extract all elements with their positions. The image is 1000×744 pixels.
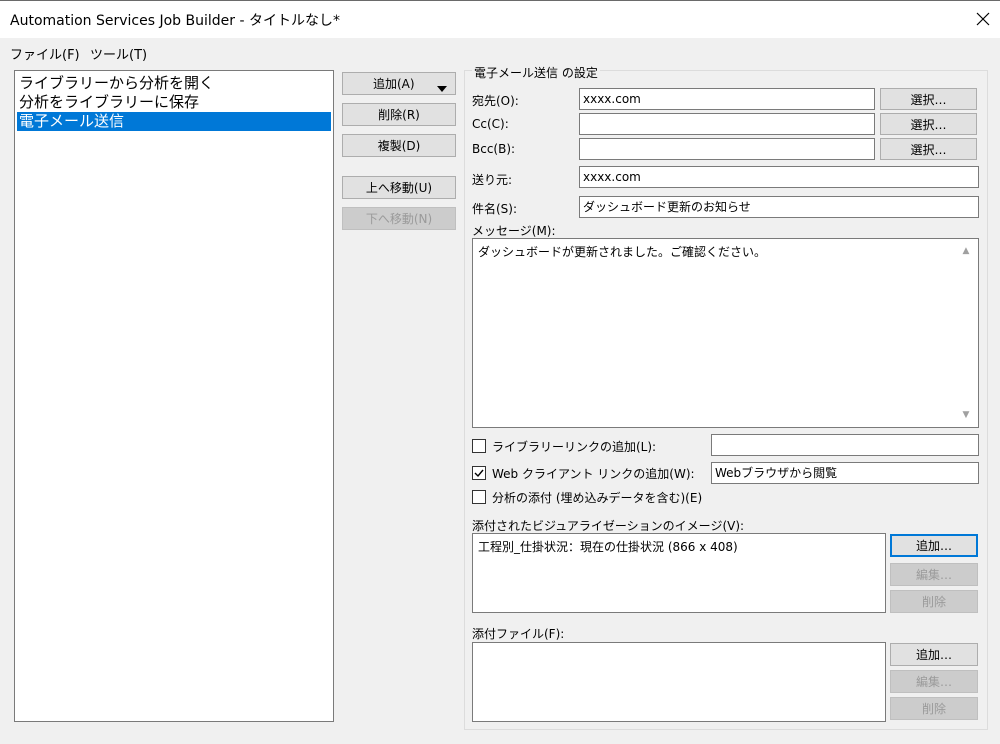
web-link-checkbox[interactable]	[472, 466, 486, 480]
attachments-remove-button[interactable]: 削除	[890, 697, 978, 720]
viz-remove-button[interactable]: 削除	[890, 590, 978, 613]
close-icon[interactable]	[968, 4, 998, 34]
scroll-down-icon[interactable]: ▼	[959, 410, 973, 420]
library-link-label: ライブラリーリンクの追加(L):	[492, 440, 657, 454]
to-label: 宛先(O):	[472, 94, 519, 108]
attach-analysis-checkbox[interactable]	[472, 490, 486, 504]
from-label: 送り元:	[472, 173, 513, 187]
viz-images-label: 添付されたビジュアライゼーションのイメージ(V):	[472, 519, 745, 533]
bcc-field[interactable]	[579, 138, 875, 160]
subject-label: 件名(S):	[472, 202, 518, 216]
subject-field[interactable]: ダッシュボード更新のお知らせ	[579, 196, 979, 218]
task-list-item-send-email[interactable]: 電子メール送信	[17, 112, 331, 131]
task-list-item-open-analysis[interactable]: ライブラリーから分析を開く	[17, 74, 331, 93]
library-link-checkbox[interactable]	[472, 439, 486, 453]
attachments-label: 添付ファイル(F):	[472, 627, 565, 641]
dropdown-arrow-icon	[437, 81, 447, 95]
duplicate-task-button[interactable]: 複製(D)	[342, 134, 456, 157]
message-textarea[interactable]: ダッシュボードが更新されました。ご確認ください。	[472, 238, 979, 428]
add-task-button[interactable]: 追加(A)	[342, 72, 456, 95]
attach-analysis-label: 分析の添付 (埋め込みデータを含む)(E)	[492, 491, 703, 505]
window-title: Automation Services Job Builder - タイトルなし…	[10, 13, 340, 29]
to-field[interactable]: xxxx.com	[579, 88, 875, 110]
menu-file[interactable]: ファイル(F)	[10, 44, 80, 63]
viz-add-button[interactable]: 追加…	[890, 534, 978, 557]
task-list[interactable]: ライブラリーから分析を開く 分析をライブラリーに保存 電子メール送信	[14, 70, 334, 722]
attachments-list[interactable]	[472, 642, 886, 722]
move-down-button[interactable]: 下へ移動(N)	[342, 207, 456, 230]
from-field[interactable]: xxxx.com	[579, 166, 979, 188]
attachments-edit-button[interactable]: 編集…	[890, 670, 978, 693]
add-task-label: 追加(A)	[373, 77, 415, 91]
to-select-button[interactable]: 選択…	[880, 88, 977, 110]
task-list-item-save-analysis[interactable]: 分析をライブラリーに保存	[17, 93, 331, 112]
viz-edit-button[interactable]: 編集…	[890, 563, 978, 586]
viz-images-list[interactable]: 工程別_仕掛状況：現在の仕掛状況 (866 x 408)	[472, 533, 886, 613]
move-up-button[interactable]: 上へ移動(U)	[342, 176, 456, 199]
email-settings-title: 電子メール送信 の設定	[472, 64, 600, 81]
web-link-label: Web クライアント リンクの追加(W):	[492, 467, 695, 481]
library-link-field[interactable]	[711, 434, 979, 456]
delete-task-button[interactable]: 削除(R)	[342, 103, 456, 126]
cc-field[interactable]	[579, 113, 875, 135]
checkmark-icon	[474, 469, 484, 478]
cc-label: Cc(C):	[472, 117, 509, 131]
message-label: メッセージ(M):	[472, 224, 556, 238]
scroll-up-icon[interactable]: ▲	[959, 246, 973, 256]
attachments-add-button[interactable]: 追加…	[890, 643, 978, 666]
bcc-select-button[interactable]: 選択…	[880, 138, 977, 160]
menu-bar	[0, 38, 1000, 64]
cc-select-button[interactable]: 選択…	[880, 113, 977, 135]
web-link-field[interactable]: Webブラウザから閲覧	[711, 462, 979, 484]
viz-image-item[interactable]: 工程別_仕掛状況：現在の仕掛状況 (866 x 408)	[478, 538, 880, 555]
bcc-label: Bcc(B):	[472, 142, 516, 156]
menu-tools[interactable]: ツール(T)	[90, 44, 147, 63]
